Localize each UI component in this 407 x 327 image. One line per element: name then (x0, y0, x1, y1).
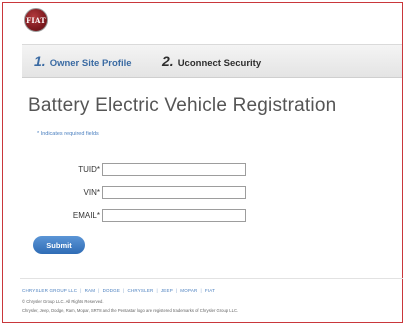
step-number: 1. (34, 53, 46, 69)
footer-trademark: Chrysler, Jeep, Dodge, Ram, Mopar, SRT8 … (22, 308, 239, 313)
footer-separator: | (156, 288, 158, 293)
tuid-label: TUID* (78, 165, 100, 174)
step-label: Owner Site Profile (49, 58, 132, 69)
logo-text: FIAT (26, 15, 46, 25)
footer-separator: | (98, 288, 100, 293)
footer-separator: | (175, 288, 178, 293)
step-uconnect-security: 2. Uconnect Security (162, 53, 261, 69)
step-label: Uconnect Security (177, 58, 262, 69)
footer-divider (20, 278, 403, 279)
page-title: Battery Electric Vehicle Registration (28, 95, 337, 116)
footer-links: CHRYSLER GROUP LLC | RAM | DODGE | CHRYSLER | JE… (22, 288, 215, 293)
form-row-vin: VIN* (0, 186, 260, 200)
step-number: 2. (162, 53, 174, 69)
footer-link-mopar[interactable]: MOPAR (180, 288, 197, 293)
footer-link-dodge[interactable]: DODGE (103, 288, 121, 293)
footer-separator: | (200, 288, 202, 293)
step-owner-site-profile: 1. Owner Site Profile (34, 53, 132, 69)
email-input[interactable] (102, 209, 246, 222)
footer-link-jeep[interactable]: JEEP (161, 288, 173, 293)
fiat-logo[interactable]: FIAT (24, 8, 48, 32)
tuid-input[interactable] (102, 163, 246, 176)
form-row-tuid: TUID* (0, 163, 260, 177)
required-fields-note: * Indicates required fields (37, 131, 99, 137)
footer-link-chrysler-group[interactable]: CHRYSLER GROUP LLC (22, 288, 77, 293)
step-progress-bar: 1. Owner Site Profile 2. Uconnect Securi… (22, 44, 402, 78)
email-label: EMAIL* (72, 211, 100, 220)
footer-separator: | (80, 288, 82, 293)
form-row-email: EMAIL* (0, 209, 260, 223)
vin-label: VIN* (83, 188, 100, 197)
footer-link-chrysler[interactable]: CHRYSLER (127, 288, 153, 293)
footer-separator: | (123, 288, 125, 293)
footer-link-ram[interactable]: RAM (85, 288, 96, 293)
vin-input[interactable] (102, 186, 246, 199)
submit-button[interactable]: Submit (33, 236, 85, 254)
footer-copyright: © Chrysler Group LLC. All Rights Reserve… (22, 299, 104, 304)
footer-link-fiat[interactable]: FIAT (205, 288, 215, 293)
